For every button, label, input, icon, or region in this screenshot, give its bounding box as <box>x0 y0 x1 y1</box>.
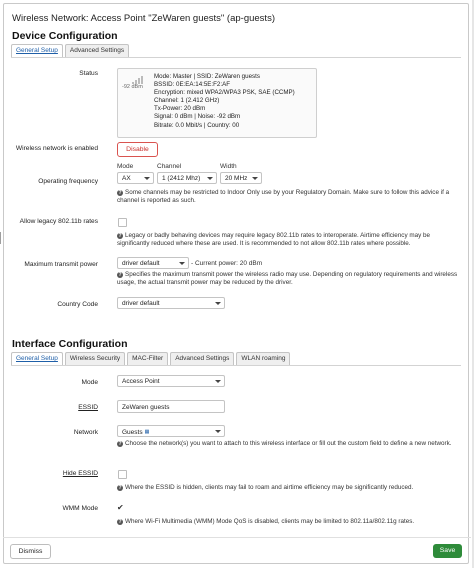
help-icon: ? <box>117 272 123 278</box>
if-mode-label: Mode <box>81 379 99 386</box>
help-icon: ? <box>117 233 123 239</box>
help-icon: ? <box>117 485 123 491</box>
status-mode: Mode: Master | SSID: ZeWaren guests <box>154 73 260 80</box>
tab-advanced-settings[interactable]: Advanced Settings <box>64 44 130 57</box>
interface-config-title: Interface Configuration <box>12 338 128 350</box>
disable-button[interactable]: Disable <box>117 142 158 157</box>
width-label: Width <box>220 163 237 170</box>
status-label: Status <box>79 70 98 77</box>
tab-mac-filter[interactable]: MAC-Filter <box>127 352 169 365</box>
chevron-down-icon <box>144 177 150 180</box>
chevron-down-icon <box>215 380 221 383</box>
wmm-label: WMM Mode <box>62 505 98 512</box>
country-label: Country Code <box>57 301 98 308</box>
dismiss-button[interactable]: Dismiss <box>10 544 51 559</box>
footer-divider <box>3 537 471 538</box>
chevron-down-icon <box>215 430 221 433</box>
hide-essid-checkbox[interactable] <box>118 470 127 479</box>
hide-essid-label: Hide ESSID <box>62 470 98 477</box>
wmm-checkbox[interactable]: ✔ <box>117 503 124 512</box>
tab-divider <box>11 57 461 58</box>
essid-input[interactable]: ZeWaren guests <box>117 400 225 413</box>
mode-label: Mode <box>117 163 134 170</box>
chevron-down-icon <box>179 262 185 265</box>
status-details: Mode: Master | SSID: ZeWaren guests BSSI… <box>154 73 295 130</box>
hide-essid-help: ? Where the ESSID is hidden, clients may … <box>117 484 414 491</box>
status-box: -92 dBm Mode: Master | SSID: ZeWaren gue… <box>117 68 317 138</box>
enabled-label: Wireless network is enabled <box>15 145 98 152</box>
wmm-help: ? Where Wi-Fi Multimedia (WMM) Mode QoS i… <box>117 518 415 525</box>
width-select[interactable]: 20 MHz <box>220 172 262 184</box>
network-select[interactable]: Guests ▦ <box>117 425 225 437</box>
network-label: Network <box>73 429 98 436</box>
status-bssid: BSSID: 0E:EA:14:5E:F2:AF <box>154 81 231 89</box>
signal-text: -92 dBm <box>122 84 143 90</box>
legacy-help: ? Legacy or badly behaving devices may re… <box>117 232 430 248</box>
help-icon: ? <box>117 190 123 196</box>
help-icon: ? <box>117 441 123 447</box>
country-select[interactable]: driver default <box>117 297 225 309</box>
network-help: ? Choose the network(s) you want to attac… <box>117 440 452 447</box>
txpower-label: Maximum transmit power <box>24 261 98 268</box>
check-icon: ✔ <box>117 503 124 512</box>
tab-if-advanced-settings[interactable]: Advanced Settings <box>170 352 235 365</box>
status-channel: Channel: 1 (2.412 GHz) <box>154 97 220 105</box>
signal-icon <box>132 75 146 84</box>
wireless-dialog: Wireless Network: Access Point "ZeWaren … <box>3 3 469 564</box>
txpower-select[interactable]: driver default <box>117 257 189 269</box>
tab-wireless-security[interactable]: Wireless Security <box>64 352 126 365</box>
frequency-label: Operating frequency <box>38 178 98 185</box>
channel-label: Channel <box>157 163 182 170</box>
current-power: - Current power: 20 dBm <box>191 260 263 267</box>
interface-tabs: General Setup Wireless Security MAC-Filt… <box>11 352 292 366</box>
status-signal: Signal: 0 dBm | Noise: -92 dBm <box>154 113 241 121</box>
tab-wlan-roaming[interactable]: WLAN roaming <box>236 352 291 365</box>
network-icon: ▦ <box>144 429 150 435</box>
status-encryption: Encryption: mixed WPA2/WPA3 PSK, SAE (CC… <box>154 89 295 97</box>
device-tabs: General Setup Advanced Settings <box>11 44 131 58</box>
chevron-down-icon <box>207 177 213 180</box>
chevron-down-icon <box>215 302 221 305</box>
tab-if-general-setup[interactable]: General Setup <box>11 352 63 366</box>
help-icon: ? <box>117 519 123 525</box>
mode-select[interactable]: AX <box>117 172 154 184</box>
channel-select[interactable]: 1 (2412 Mhz) <box>157 172 217 184</box>
legacy-label: Allow legacy 802.11b rates <box>19 218 98 225</box>
tab-divider <box>11 365 461 366</box>
essid-label: ESSID <box>78 404 98 411</box>
tab-general-setup[interactable]: General Setup <box>11 44 63 58</box>
status-bitrate: Bitrate: 0.0 Mbit/s | Country: 00 <box>154 121 240 129</box>
txpower-help: ? Specifies the maximum transmit power th… <box>117 271 458 287</box>
device-config-title: Device Configuration <box>12 30 118 42</box>
save-button[interactable]: Save <box>433 544 462 558</box>
legacy-checkbox[interactable] <box>118 218 127 227</box>
dialog-title: Wireless Network: Access Point "ZeWaren … <box>12 13 275 24</box>
page-edge-marker <box>0 232 1 244</box>
if-mode-select[interactable]: Access Point <box>117 375 225 387</box>
status-txpower: Tx-Power: 20 dBm <box>154 105 206 113</box>
chevron-down-icon <box>252 177 258 180</box>
frequency-help: ? Some channels may be restricted to Indo… <box>117 189 450 205</box>
